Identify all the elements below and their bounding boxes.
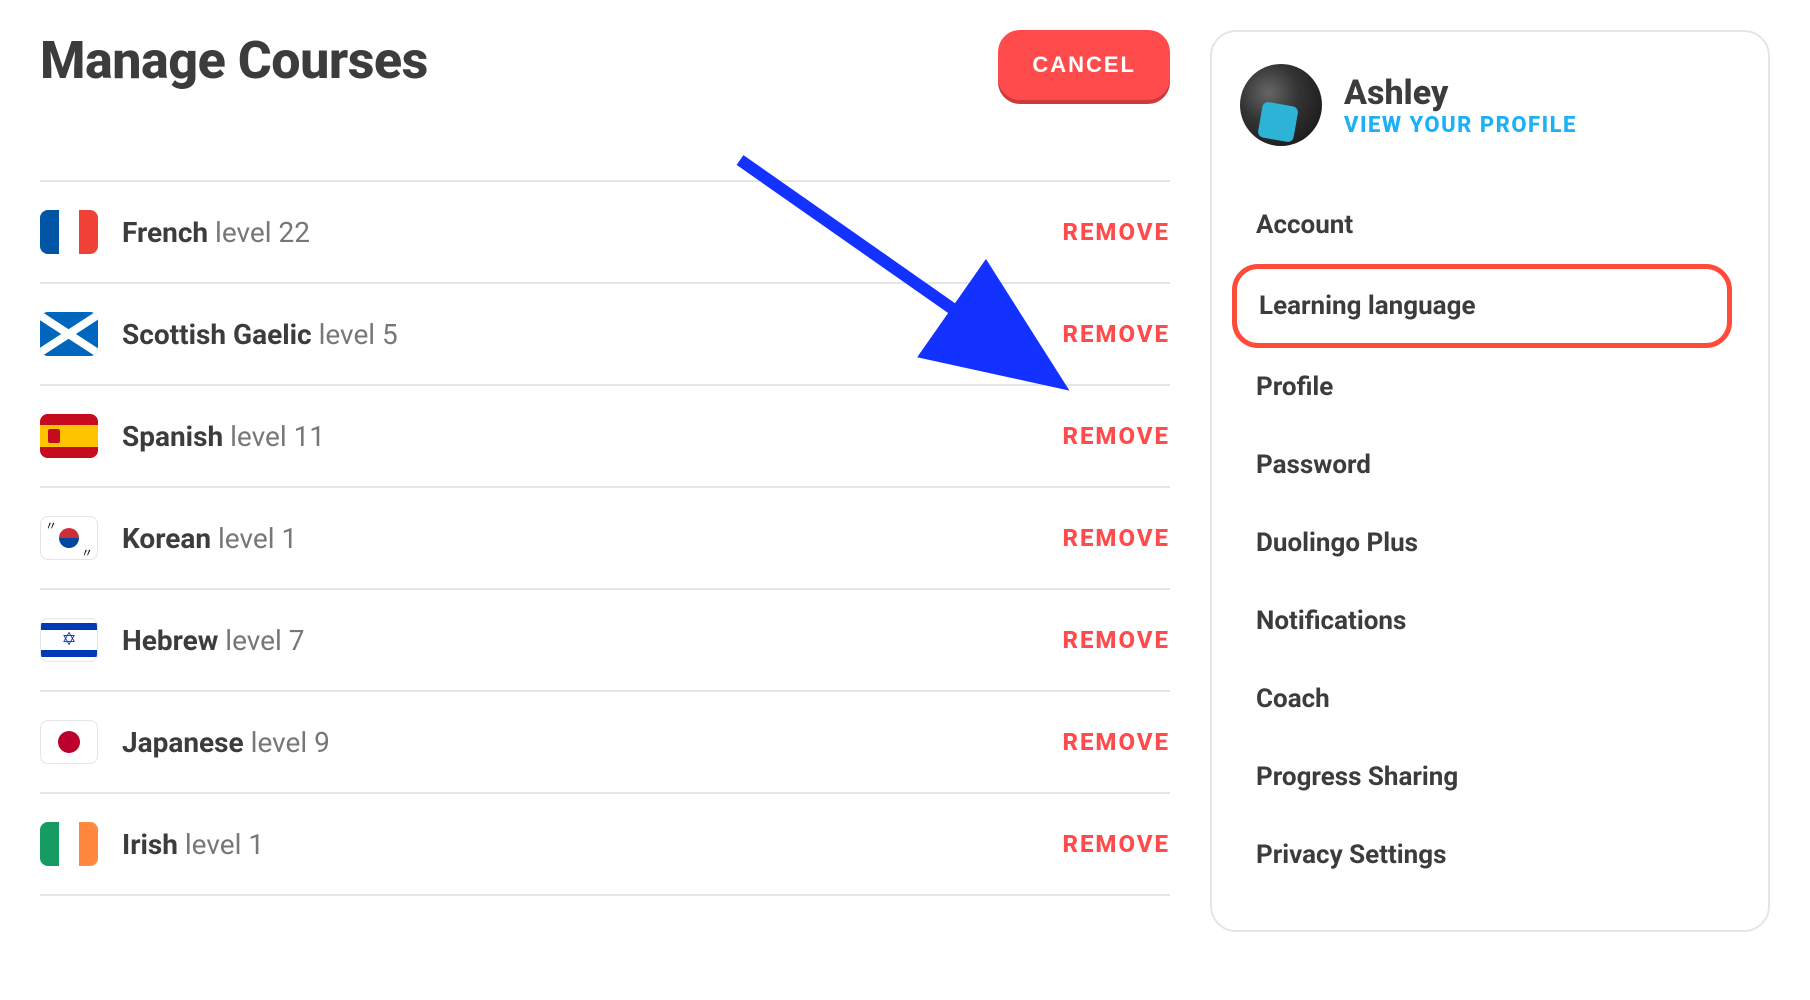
course-level: level 7 — [225, 624, 304, 657]
course-label: French level 22 — [122, 216, 1038, 249]
course-name: Hebrew — [122, 624, 218, 657]
nav-item-account[interactable]: Account — [1240, 186, 1740, 264]
flag-icon — [40, 210, 98, 254]
avatar[interactable] — [1240, 64, 1322, 146]
remove-course-button[interactable]: REMOVE — [1062, 320, 1170, 348]
flag-icon — [40, 720, 98, 764]
flag-icon — [40, 414, 98, 458]
profile-name: Ashley — [1344, 73, 1577, 113]
nav-item-learning-language[interactable]: Learning language — [1232, 264, 1732, 348]
remove-course-button[interactable]: REMOVE — [1062, 626, 1170, 654]
course-label: Japanese level 9 — [122, 726, 1038, 759]
course-label: Korean level 1 — [122, 522, 1038, 555]
course-level: level 11 — [230, 420, 325, 453]
course-row: Spanish level 11 REMOVE — [40, 386, 1170, 488]
course-level: level 22 — [215, 216, 310, 249]
course-level: level 1 — [218, 522, 297, 555]
remove-course-button[interactable]: REMOVE — [1062, 728, 1170, 756]
course-name: Scottish Gaelic — [122, 318, 312, 351]
course-name: Spanish — [122, 420, 223, 453]
course-label: Scottish Gaelic level 5 — [122, 318, 1038, 351]
course-row: Korean level 1 REMOVE — [40, 488, 1170, 590]
nav-item-coach[interactable]: Coach — [1240, 660, 1740, 738]
flag-icon — [40, 822, 98, 866]
settings-sidebar: Ashley VIEW YOUR PROFILE AccountLearning… — [1210, 30, 1770, 932]
course-row: French level 22 REMOVE — [40, 182, 1170, 284]
settings-nav: AccountLearning languageProfilePasswordD… — [1240, 186, 1740, 894]
remove-course-button[interactable]: REMOVE — [1062, 422, 1170, 450]
flag-icon: ✡ — [40, 618, 98, 662]
remove-course-button[interactable]: REMOVE — [1062, 218, 1170, 246]
course-row: ✡ Hebrew level 7 REMOVE — [40, 590, 1170, 692]
cancel-button[interactable]: CANCEL — [998, 30, 1170, 100]
course-row: Scottish Gaelic level 5 REMOVE — [40, 284, 1170, 386]
remove-course-button[interactable]: REMOVE — [1062, 524, 1170, 552]
course-name: Irish — [122, 828, 178, 861]
course-row: Irish level 1 REMOVE — [40, 794, 1170, 896]
course-list: French level 22REMOVEScottish Gaelic lev… — [40, 180, 1170, 896]
course-level: level 1 — [185, 828, 264, 861]
nav-item-profile[interactable]: Profile — [1240, 348, 1740, 426]
page-title: Manage Courses — [40, 30, 428, 91]
profile-summary: Ashley VIEW YOUR PROFILE — [1240, 64, 1740, 146]
nav-item-progress-sharing[interactable]: Progress Sharing — [1240, 738, 1740, 816]
flag-icon — [40, 312, 98, 356]
course-label: Hebrew level 7 — [122, 624, 1038, 657]
nav-item-password[interactable]: Password — [1240, 426, 1740, 504]
course-level: level 5 — [319, 318, 398, 351]
course-level: level 9 — [251, 726, 330, 759]
nav-item-notifications[interactable]: Notifications — [1240, 582, 1740, 660]
flag-icon — [40, 516, 98, 560]
nav-item-duolingo-plus[interactable]: Duolingo Plus — [1240, 504, 1740, 582]
course-row: Japanese level 9 REMOVE — [40, 692, 1170, 794]
course-name: French — [122, 216, 208, 249]
nav-item-privacy-settings[interactable]: Privacy Settings — [1240, 816, 1740, 894]
course-label: Irish level 1 — [122, 828, 1038, 861]
course-name: Japanese — [122, 726, 244, 759]
main-content: Manage Courses CANCEL French level 22 REM… — [40, 30, 1170, 896]
remove-course-button[interactable]: REMOVE — [1062, 830, 1170, 858]
course-label: Spanish level 11 — [122, 420, 1038, 453]
view-profile-link[interactable]: VIEW YOUR PROFILE — [1344, 113, 1577, 138]
course-name: Korean — [122, 522, 211, 555]
